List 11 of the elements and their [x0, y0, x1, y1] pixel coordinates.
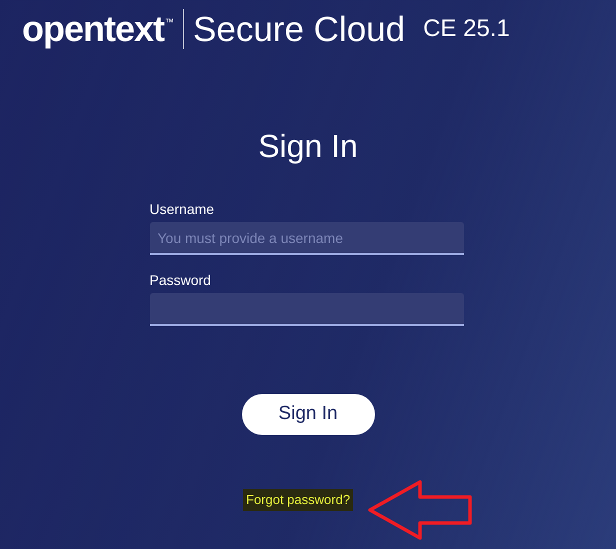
page-title: Sign In	[258, 130, 358, 162]
field-label: Password	[150, 273, 212, 287]
sign-in-button[interactable]: Sign In	[242, 394, 374, 435]
password-field[interactable]	[150, 293, 464, 326]
product-name: Secure Cloud	[193, 12, 406, 46]
trademark-mark: ™	[165, 16, 174, 29]
username-field[interactable]: You must provide a username	[150, 222, 464, 255]
field-label: Username	[150, 202, 216, 216]
forgot-password-link[interactable]: Forgot password?	[243, 489, 354, 510]
version-label: CE 25.1	[423, 17, 510, 41]
brand-logo: opentext	[22, 11, 164, 47]
